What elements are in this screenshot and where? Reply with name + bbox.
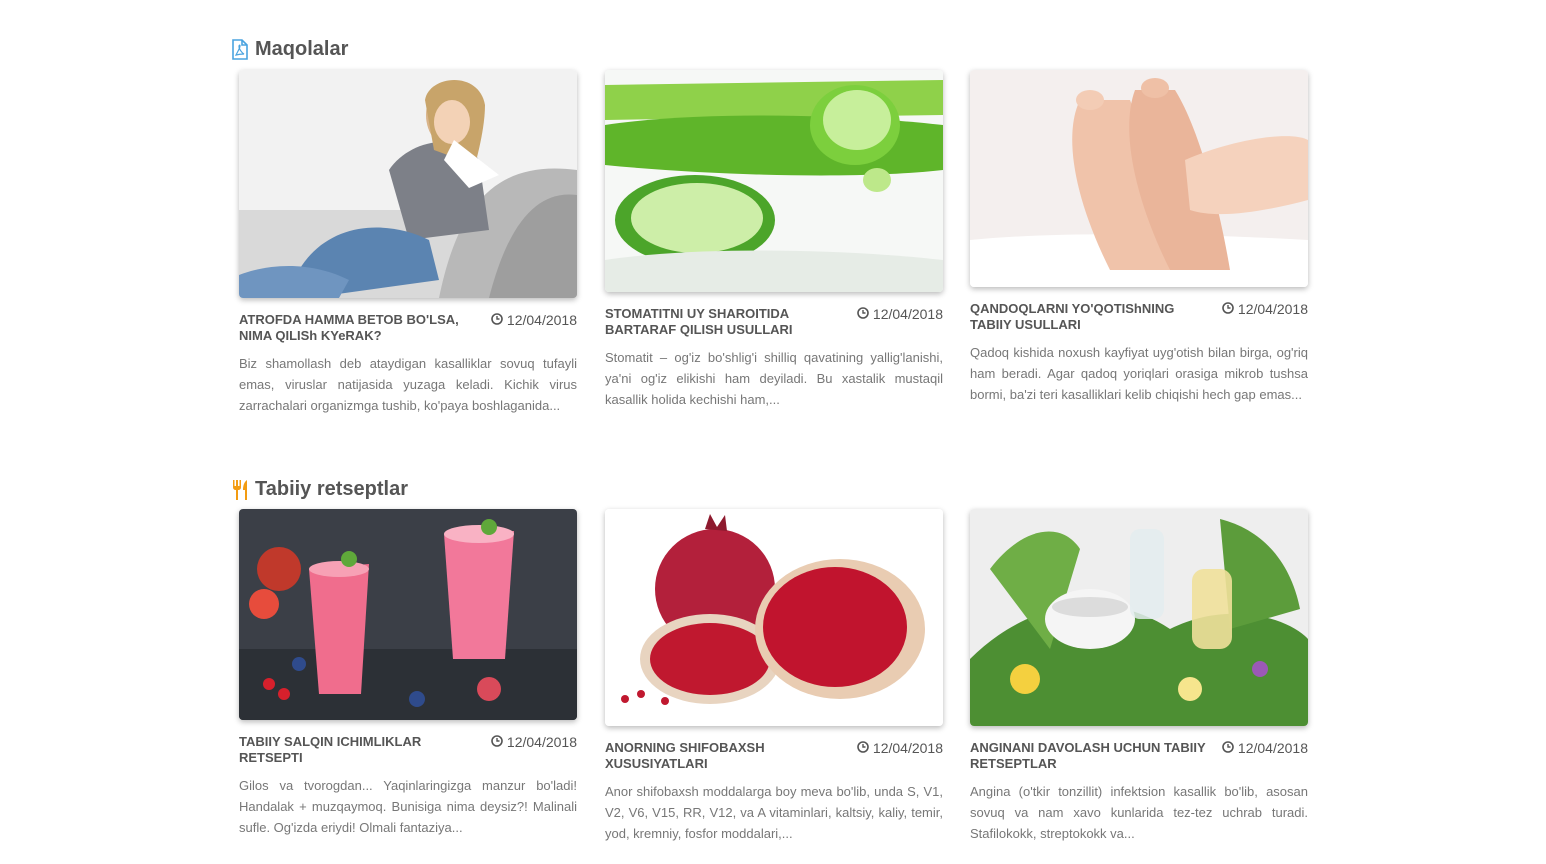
card-meta: ATROFDA HAMMA BETOB BO'LSA, NIMA QILISh … [239,312,577,344]
recipe-date: 12/04/2018 [1222,740,1308,756]
date-text: 12/04/2018 [872,306,943,322]
article-card[interactable]: ATROFDA HAMMA BETOB BO'LSA, NIMA QILISh … [239,70,577,416]
aloe-vera-photo[interactable] [605,70,943,292]
article-title[interactable]: ATROFDA HAMMA BETOB BO'LSA, NIMA QILISh … [239,312,484,344]
clock-icon [491,734,503,750]
date-text: 12/04/2018 [1237,740,1308,756]
berry-smoothie-photo[interactable] [239,509,577,720]
recipe-title[interactable]: ANGINANI DAVOLASH UCHUN TABIIY RETSEPTLA… [970,740,1215,772]
section-title: Maqolalar [255,38,349,60]
recipe-card[interactable]: ANGINANI DAVOLASH UCHUN TABIIY RETSEPTLA… [970,509,1308,844]
recipe-card[interactable]: TABIIY SALQIN ICHIMLIKLAR RETSEPTI 12/04… [239,509,577,838]
clock-icon [491,312,503,328]
recipe-excerpt: Anor shifobaxsh moddalarga boy meva bo'l… [605,784,943,841]
recipe-date: 12/04/2018 [491,734,577,750]
article-title[interactable]: STOMATITNI UY SHAROITIDA BARTARAF QILISH… [605,306,850,338]
date-text: 12/04/2018 [872,740,943,756]
woman-with-cold-photo[interactable] [239,70,577,298]
card-meta: ANORNING SHIFOBAXSH XUSUSIYATLARI 12/04/… [605,740,943,772]
pomegranate-photo[interactable] [605,509,943,726]
card-meta: ANGINANI DAVOLASH UCHUN TABIIY RETSEPTLA… [970,740,1308,772]
clock-icon [1222,740,1234,756]
card-meta: QANDOQLARNI YO'QOTIShNING TABIIY USULLAR… [970,301,1308,333]
section-header-articles[interactable]: Maqolalar [231,38,348,61]
article-excerpt: Biz shamollash deb ataydigan kasalliklar… [239,356,577,413]
clock-icon [1222,301,1234,317]
article-excerpt: Qadoq kishida noxush kayfiyat uyg'otish … [970,345,1308,402]
article-date: 12/04/2018 [857,306,943,322]
recipe-title[interactable]: TABIIY SALQIN ICHIMLIKLAR RETSEPTI [239,734,484,766]
fork-knife-icon [231,479,249,501]
clock-icon [857,740,869,756]
date-text: 12/04/2018 [1237,301,1308,317]
article-date: 12/04/2018 [491,312,577,328]
card-meta: STOMATITNI UY SHAROITIDA BARTARAF QILISH… [605,306,943,338]
herbs-mortar-photo[interactable] [970,509,1308,726]
date-text: 12/04/2018 [506,734,577,750]
article-excerpt: Stomatit – og'iz bo'shlig'i shilliq qava… [605,350,943,407]
recipe-excerpt: Angina (o'tkir tonzillit) infektsion kas… [970,784,1308,841]
clock-icon [857,306,869,322]
section-title: Tabiiy retseptlar [255,478,409,500]
article-date: 12/04/2018 [1222,301,1308,317]
article-title[interactable]: QANDOQLARNI YO'QOTIShNING TABIIY USULLAR… [970,301,1215,333]
recipe-date: 12/04/2018 [857,740,943,756]
articles-page: Maqolalar ATROFDA HAMMA BETOB BO'LSA, NI… [0,0,1546,864]
article-card[interactable]: STOMATITNI UY SHAROITIDA BARTARAF QILISH… [605,70,943,410]
pdf-file-icon [231,38,249,61]
recipe-excerpt: Gilos va tvorogdan... Yaqinlaringizga ma… [239,778,577,835]
card-meta: TABIIY SALQIN ICHIMLIKLAR RETSEPTI 12/04… [239,734,577,766]
date-text: 12/04/2018 [506,312,577,328]
recipe-card[interactable]: ANORNING SHIFOBAXSH XUSUSIYATLARI 12/04/… [605,509,943,844]
feet-massage-photo[interactable] [970,70,1308,287]
article-card[interactable]: QANDOQLARNI YO'QOTIShNING TABIIY USULLAR… [970,70,1308,405]
section-header-recipes[interactable]: Tabiiy retseptlar [231,478,408,501]
recipe-title[interactable]: ANORNING SHIFOBAXSH XUSUSIYATLARI [605,740,850,772]
